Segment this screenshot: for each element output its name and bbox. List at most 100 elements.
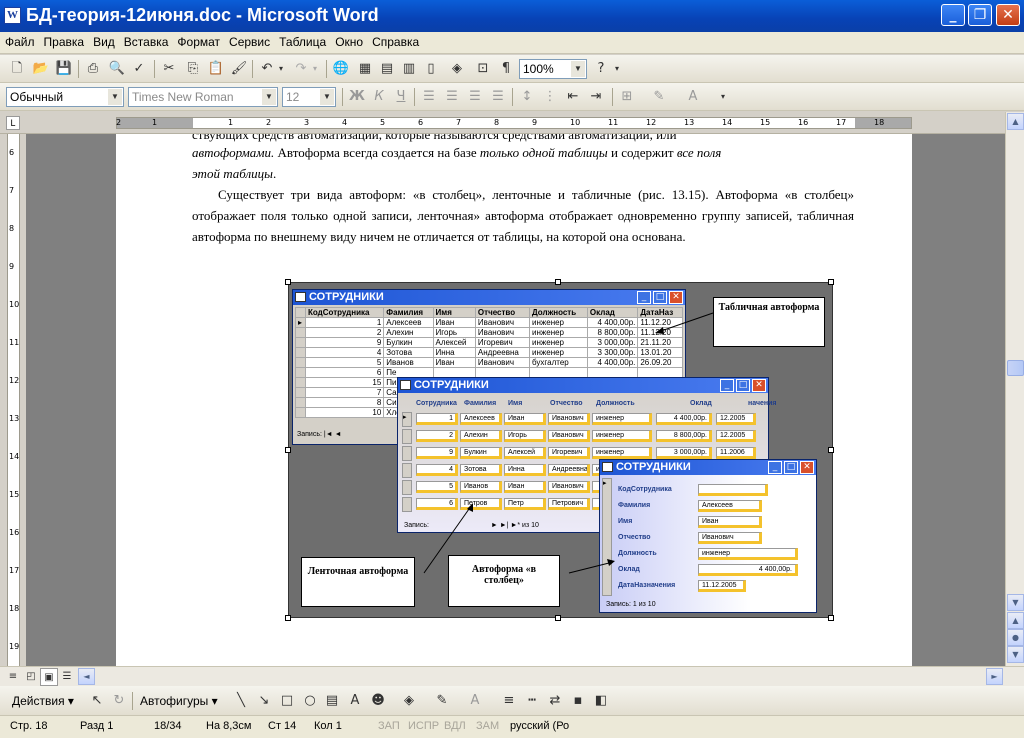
resize-handle[interactable]	[555, 615, 561, 621]
columns-icon[interactable]: ▯	[422, 60, 440, 78]
text-box-icon[interactable]: ▤	[323, 692, 341, 710]
toolbar-options-icon[interactable]: ▾	[718, 88, 728, 106]
scroll-down-button[interactable]: ▼	[1007, 594, 1024, 611]
close-button[interactable]: ✕	[996, 4, 1020, 26]
menu-window[interactable]: Окно	[330, 32, 367, 49]
actions-menu[interactable]: Действия ▾	[12, 694, 74, 708]
resize-handle[interactable]	[285, 279, 291, 285]
menu-edit[interactable]: Правка	[39, 32, 89, 49]
new-document-icon[interactable]: 🗋	[8, 60, 26, 78]
minimize-button[interactable]: _	[941, 4, 965, 26]
scroll-thumb[interactable]	[1007, 360, 1024, 376]
show-hide-icon[interactable]: ¶	[497, 60, 515, 78]
redo-dropdown-icon[interactable]: ▾	[310, 60, 320, 78]
italic-icon[interactable]: К	[370, 88, 388, 106]
font-combo[interactable]: Times New Roman ▼	[128, 87, 278, 107]
shadow-icon[interactable]: ▪	[569, 692, 587, 710]
previous-page-icon[interactable]: ▲	[1007, 612, 1024, 629]
line-style-icon[interactable]: ≡	[500, 692, 518, 710]
toolbar-options-icon[interactable]: ▾	[612, 60, 622, 78]
scroll-up-button[interactable]: ▲	[1007, 113, 1024, 130]
increase-indent-icon[interactable]: ⇥	[587, 88, 605, 106]
autoshapes-menu[interactable]: Автофигуры ▾	[140, 694, 218, 708]
print-layout-icon[interactable]: ▣	[40, 668, 58, 686]
align-right-icon[interactable]: ☰	[466, 88, 484, 106]
drawing-icon[interactable]: ◈	[448, 60, 466, 78]
redo-icon[interactable]: ↷	[292, 60, 310, 78]
chevron-down-icon[interactable]: ▼	[571, 61, 585, 77]
wordart-icon[interactable]: A	[346, 692, 364, 710]
arrow-icon[interactable]: ↘	[255, 692, 273, 710]
insert-excel-icon[interactable]: ▥	[400, 60, 418, 78]
menu-insert[interactable]: Вставка	[119, 32, 173, 49]
vertical-scrollbar[interactable]: ▲ ▼ ▲ ● ▼	[1005, 112, 1024, 666]
zoom-combo[interactable]: 100% ▼	[519, 59, 587, 79]
fill-color-icon[interactable]: ◈	[400, 692, 418, 710]
status-trk[interactable]: ИСПР	[408, 720, 439, 732]
normal-view-icon[interactable]: ≡	[4, 668, 22, 686]
undo-icon[interactable]: ↶	[258, 60, 276, 78]
line-icon[interactable]: ╲	[232, 692, 250, 710]
paste-icon[interactable]: 📋	[207, 60, 225, 78]
chevron-down-icon[interactable]: ▼	[320, 89, 334, 105]
figure-autoforms[interactable]: СОТРУДНИКИ _ □ ✕ КодСотрудника Фамилия Имя От…	[288, 282, 833, 618]
browse-object-icon[interactable]: ●	[1007, 629, 1024, 646]
justify-icon[interactable]: ☰	[489, 88, 507, 106]
menu-tools[interactable]: Сервис	[224, 32, 274, 49]
print-icon[interactable]: ⎙	[84, 60, 102, 78]
status-ovr[interactable]: ЗАМ	[476, 720, 499, 732]
scroll-right-button[interactable]: ►	[986, 668, 1003, 685]
resize-handle[interactable]	[555, 279, 561, 285]
chevron-down-icon[interactable]: ▼	[262, 89, 276, 105]
hyperlink-icon[interactable]: 🌐	[332, 60, 350, 78]
horizontal-scrollbar[interactable]: ≡ ◰ ▣ ☰ ◄ ►	[0, 666, 1024, 686]
font-color-icon[interactable]: A	[466, 692, 484, 710]
menu-format[interactable]: Формат	[172, 32, 224, 49]
align-center-icon[interactable]: ☰	[443, 88, 461, 106]
print-preview-icon[interactable]: 🔍	[108, 60, 126, 78]
maximize-button[interactable]: ❐	[968, 4, 992, 26]
decrease-indent-icon[interactable]: ⇤	[564, 88, 582, 106]
word-app-icon[interactable]: W	[4, 7, 21, 24]
underline-icon[interactable]: Ч	[392, 88, 410, 106]
cut-icon[interactable]: ✂	[160, 60, 178, 78]
resize-handle[interactable]	[828, 615, 834, 621]
arrow-style-icon[interactable]: ⇄	[546, 692, 564, 710]
numbering-icon[interactable]: ⋮	[541, 88, 559, 106]
menu-help[interactable]: Справка	[367, 32, 423, 49]
resize-handle[interactable]	[828, 279, 834, 285]
copy-icon[interactable]: ⎘	[184, 60, 202, 78]
resize-handle[interactable]	[828, 447, 834, 453]
spelling-icon[interactable]: ✓	[130, 60, 148, 78]
3d-icon[interactable]: ◧	[592, 692, 610, 710]
format-painter-icon[interactable]: 🖌	[230, 60, 248, 78]
open-icon[interactable]: 📂	[32, 60, 50, 78]
menu-table[interactable]: Таблица	[274, 32, 330, 49]
clip-art-icon[interactable]: ☻	[369, 692, 387, 710]
document-map-icon[interactable]: ⊡	[474, 60, 492, 78]
rectangle-icon[interactable]: □	[278, 692, 296, 710]
free-rotate-icon[interactable]: ↻	[110, 692, 128, 710]
font-size-combo[interactable]: 12 ▼	[282, 87, 336, 107]
next-page-icon[interactable]: ▼	[1007, 646, 1024, 663]
tables-borders-icon[interactable]: ▦	[356, 60, 374, 78]
menu-file[interactable]: Файл	[0, 32, 39, 49]
select-objects-icon[interactable]: ↖	[88, 692, 106, 710]
highlight-icon[interactable]: ✎	[650, 88, 668, 106]
resize-handle[interactable]	[285, 615, 291, 621]
style-combo[interactable]: Обычный ▼	[6, 87, 124, 107]
bold-icon[interactable]: Ж	[348, 88, 366, 106]
line-spacing-icon[interactable]: ↕	[518, 88, 536, 106]
line-color-icon[interactable]: ✎	[433, 692, 451, 710]
web-view-icon[interactable]: ◰	[22, 668, 40, 686]
undo-dropdown-icon[interactable]: ▾	[276, 60, 286, 78]
resize-handle[interactable]	[285, 447, 291, 453]
align-left-icon[interactable]: ☰	[420, 88, 438, 106]
outline-view-icon[interactable]: ☰	[58, 668, 76, 686]
borders-icon[interactable]: ⊞	[618, 88, 636, 106]
scroll-left-button[interactable]: ◄	[78, 668, 95, 685]
font-color-icon[interactable]: A	[684, 88, 702, 106]
status-ext[interactable]: ВДЛ	[444, 720, 466, 732]
menu-view[interactable]: Вид	[88, 32, 119, 49]
chevron-down-icon[interactable]: ▼	[108, 89, 122, 105]
